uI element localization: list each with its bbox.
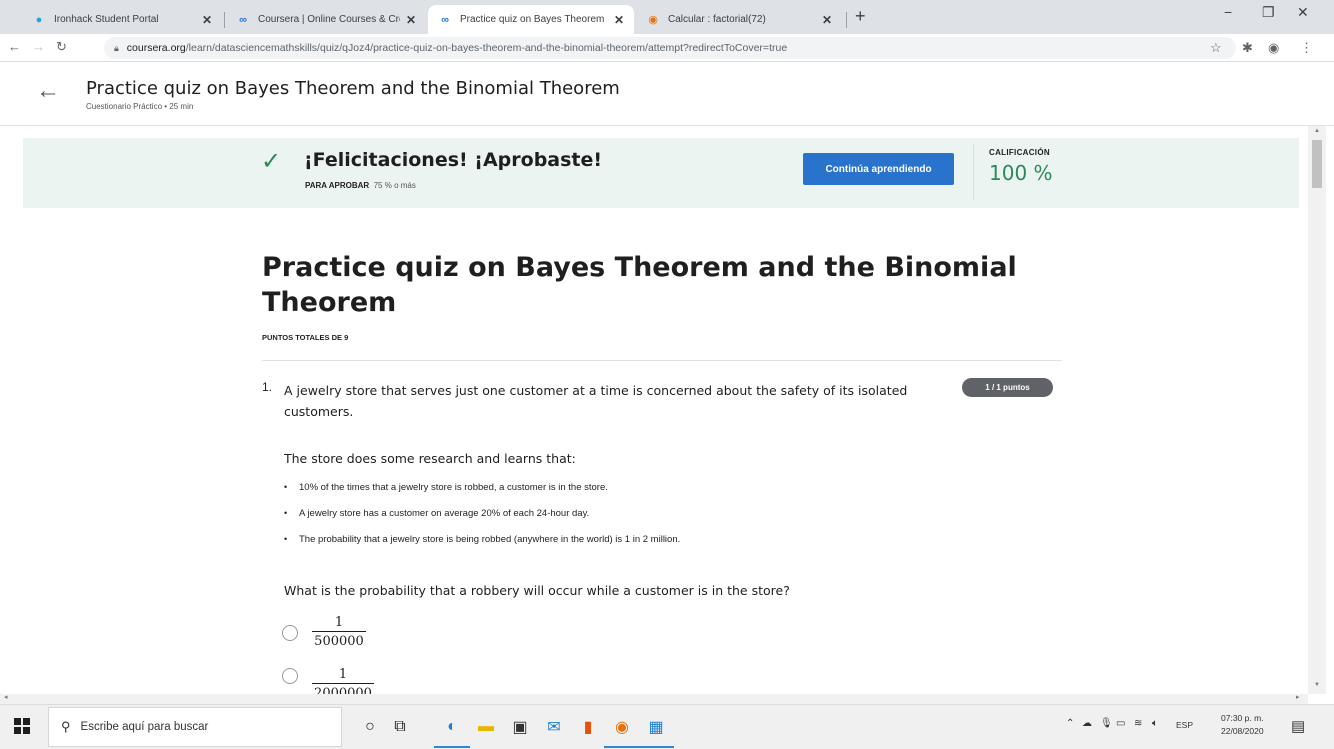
taskbar-search-input[interactable]: ⚲ Escribe aquí para buscar xyxy=(48,707,342,747)
list-item: • A jewelry store has a customer on avera… xyxy=(284,508,590,519)
cortana-icon[interactable]: ○ xyxy=(358,715,382,739)
scroll-down-icon[interactable]: ▼ xyxy=(1314,682,1320,688)
fraction: 1 500000 xyxy=(312,614,366,651)
scroll-left-icon[interactable]: ◂ xyxy=(4,693,8,701)
question-prompt: What is the probability that a robbery w… xyxy=(284,583,790,598)
tab-practice-quiz[interactable]: ∞ Practice quiz on Bayes Theorem ✕ xyxy=(428,5,634,34)
scrollbar-thumb[interactable] xyxy=(1312,140,1322,188)
calculator-site-icon: ◉ xyxy=(648,14,658,26)
close-window-button[interactable]: ✕ xyxy=(1297,4,1309,21)
chrome-icon[interactable]: ◉ xyxy=(604,715,640,748)
list-item: • The probability that a jewelry store is… xyxy=(284,534,681,545)
calculator-icon[interactable]: ▦ xyxy=(638,715,674,748)
divider xyxy=(262,360,1062,361)
volume-icon[interactable]: 🔈︎ xyxy=(1152,718,1158,729)
tab-ironhack[interactable]: ● Ironhack Student Portal ✕ xyxy=(22,5,222,34)
back-arrow-icon[interactable]: ← xyxy=(36,79,60,103)
task-view-icon[interactable]: ⧉ xyxy=(388,715,412,739)
minimize-button[interactable]: − xyxy=(1224,4,1232,20)
question-text: A jewelry store that serves just one cus… xyxy=(284,383,908,419)
ironhack-icon: ● xyxy=(35,13,43,26)
bookmark-star-icon[interactable]: ☆ xyxy=(1210,40,1222,56)
address-bar[interactable]: 🔒︎ coursera.org/learn/datasciencemathski… xyxy=(104,37,1236,59)
tray-chevron-icon[interactable]: ⌃ xyxy=(1066,718,1074,729)
tab-coursera[interactable]: ∞ Coursera | Online Courses & Cre ✕ xyxy=(226,5,426,34)
browser-tab-strip: ● Ironhack Student Portal ✕ ∞ Coursera |… xyxy=(0,0,1334,34)
scroll-up-icon[interactable]: ▲ xyxy=(1314,128,1320,134)
browser-toolbar: ← → ↻ 🔒︎ coursera.org/learn/datasciencem… xyxy=(0,34,1334,62)
back-icon[interactable]: ← xyxy=(8,39,21,54)
checkmark-icon: ✓ xyxy=(261,148,282,175)
fraction: 1 2000000 xyxy=(312,666,374,694)
windows-taskbar: ⚲ Escribe aquí para buscar ○ ⧉ ◐ ▬ ▣ ✉ ▮… xyxy=(0,704,1334,749)
coursera-icon: ∞ xyxy=(239,13,247,26)
notifications-icon[interactable]: ▤ xyxy=(1291,717,1305,735)
tab-divider xyxy=(224,12,225,28)
tab-divider xyxy=(846,12,847,28)
close-tab-icon[interactable]: ✕ xyxy=(614,13,624,27)
vertical-scrollbar[interactable]: ▲ ▼ xyxy=(1308,126,1326,694)
horizontal-scrollbar[interactable]: ◂ ▸ xyxy=(0,694,1308,704)
extensions-puzzle-icon[interactable]: ✱ xyxy=(1242,40,1253,56)
facts-list: • 10% of the times that a jewelry store i… xyxy=(284,482,680,560)
answer-option-1[interactable]: 1 500000 xyxy=(282,614,366,651)
windows-start-icon[interactable] xyxy=(14,718,30,734)
close-tab-icon[interactable]: ✕ xyxy=(822,13,832,27)
maximize-button[interactable]: ❐ xyxy=(1262,4,1275,21)
grade-label: CALIFICACIÓN xyxy=(989,148,1050,157)
answer-option-2[interactable]: 1 2000000 xyxy=(282,666,374,694)
close-tab-icon[interactable]: ✕ xyxy=(202,13,212,27)
bullet-icon: • xyxy=(284,482,288,492)
banner-divider xyxy=(973,144,974,200)
clock[interactable]: 07:30 p. m. 22/08/2020 xyxy=(1221,712,1264,738)
points-badge: 1 / 1 puntos xyxy=(962,378,1053,397)
radio-button[interactable] xyxy=(282,668,298,684)
question-number: 1. xyxy=(262,380,273,394)
list-item: • 10% of the times that a jewelry store i… xyxy=(284,482,608,493)
lock-icon: 🔒︎ xyxy=(114,42,119,53)
new-tab-button[interactable]: + xyxy=(855,6,866,27)
coursera-icon: ∞ xyxy=(441,13,449,26)
total-points: PUNTOS TOTALES DE 9 xyxy=(262,333,349,342)
edge-icon[interactable]: ◐ xyxy=(434,715,470,748)
reload-icon[interactable]: ↻ xyxy=(56,39,67,55)
search-icon: ⚲ xyxy=(61,719,71,734)
congrats-message: ¡Felicitaciones! ¡Aprobaste! xyxy=(304,149,603,171)
pass-banner: ✓ ¡Felicitaciones! ¡Aprobaste! PARA APRO… xyxy=(23,138,1299,208)
bullet-icon: • xyxy=(284,534,288,544)
quiz-header: ← Practice quiz on Bayes Theorem and the… xyxy=(0,62,1334,126)
radio-button[interactable] xyxy=(282,624,298,641)
tab-calculator[interactable]: ◉ Calcular : factorial(72) ✕ xyxy=(636,5,842,34)
office-icon[interactable]: ▮ xyxy=(576,715,600,739)
screen: ● Ironhack Student Portal ✕ ∞ Coursera |… xyxy=(0,0,1334,749)
header-subtitle: Cuestionario Práctico • 25 min xyxy=(86,102,194,111)
pass-requirement: PARA APROBAR 75 % o más xyxy=(305,181,416,190)
mail-icon[interactable]: ✉ xyxy=(542,715,566,739)
page-title: Practice quiz on Bayes Theorem and the B… xyxy=(262,252,1017,318)
store-icon[interactable]: ▣ xyxy=(508,715,532,739)
microphone-icon[interactable]: 🎙︎ xyxy=(1100,718,1113,729)
continue-learning-button[interactable]: Continúa aprendiendo xyxy=(803,153,954,185)
onedrive-icon[interactable]: ☁ xyxy=(1082,718,1092,729)
battery-icon[interactable]: ▭ xyxy=(1116,718,1125,729)
scroll-right-icon[interactable]: ▸ xyxy=(1296,693,1300,701)
wifi-icon[interactable]: ≋ xyxy=(1134,718,1142,729)
forward-icon[interactable]: → xyxy=(32,39,45,54)
header-title: Practice quiz on Bayes Theorem and the B… xyxy=(86,78,620,99)
close-tab-icon[interactable]: ✕ xyxy=(406,13,416,27)
language-indicator[interactable]: ESP xyxy=(1176,720,1193,730)
file-explorer-icon[interactable]: ▬ xyxy=(474,715,498,739)
question-intro: The store does some research and learns … xyxy=(284,451,576,466)
profile-avatar-icon[interactable]: ◉ xyxy=(1268,40,1279,56)
bullet-icon: • xyxy=(284,508,288,518)
browser-menu-icon[interactable]: ⋮ xyxy=(1300,40,1313,56)
grade-value: 100 % xyxy=(989,161,1053,185)
